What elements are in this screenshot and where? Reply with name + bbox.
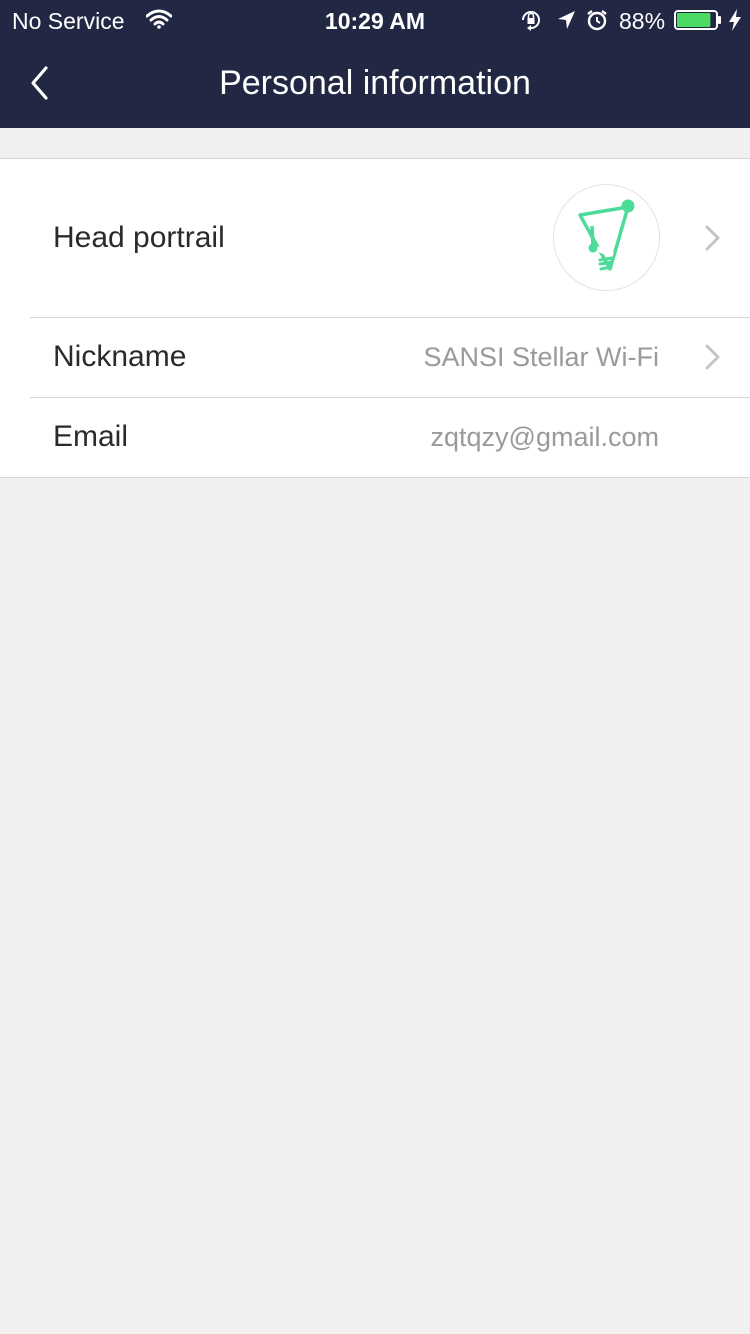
email-value: zqtqzy@gmail.com (430, 422, 659, 452)
nickname-row[interactable]: Nickname SANSI Stellar Wi-Fi (0, 318, 750, 398)
charging-bolt-icon (729, 9, 741, 31)
head-portrait-row[interactable]: Head portrail (0, 159, 750, 318)
alarm-clock-icon (587, 10, 607, 31)
lightbulb-logo-icon (578, 199, 635, 271)
email-row: Email zqtqzy@gmail.com (0, 398, 750, 478)
nickname-value: SANSI Stellar Wi-Fi (423, 342, 659, 372)
orientation-lock-icon (522, 11, 540, 31)
app-header: No Service 10:29 AM 88% Personal informa… (0, 0, 750, 128)
email-label: Email (53, 420, 129, 453)
page-title: Personal information (219, 64, 531, 102)
chevron-right-icon (705, 225, 720, 251)
profile-list: Head portrail Nickname SANSI Stellar Wi-… (0, 158, 750, 478)
nickname-label: Nickname (53, 340, 187, 373)
battery-percent: 88% (619, 8, 666, 34)
head-portrait-label: Head portrail (53, 221, 225, 254)
location-arrow-icon (558, 11, 575, 29)
battery-icon (674, 10, 721, 30)
avatar[interactable] (553, 184, 660, 291)
status-bar: No Service 10:29 AM 88% (0, 0, 750, 40)
chevron-right-icon (705, 344, 720, 370)
